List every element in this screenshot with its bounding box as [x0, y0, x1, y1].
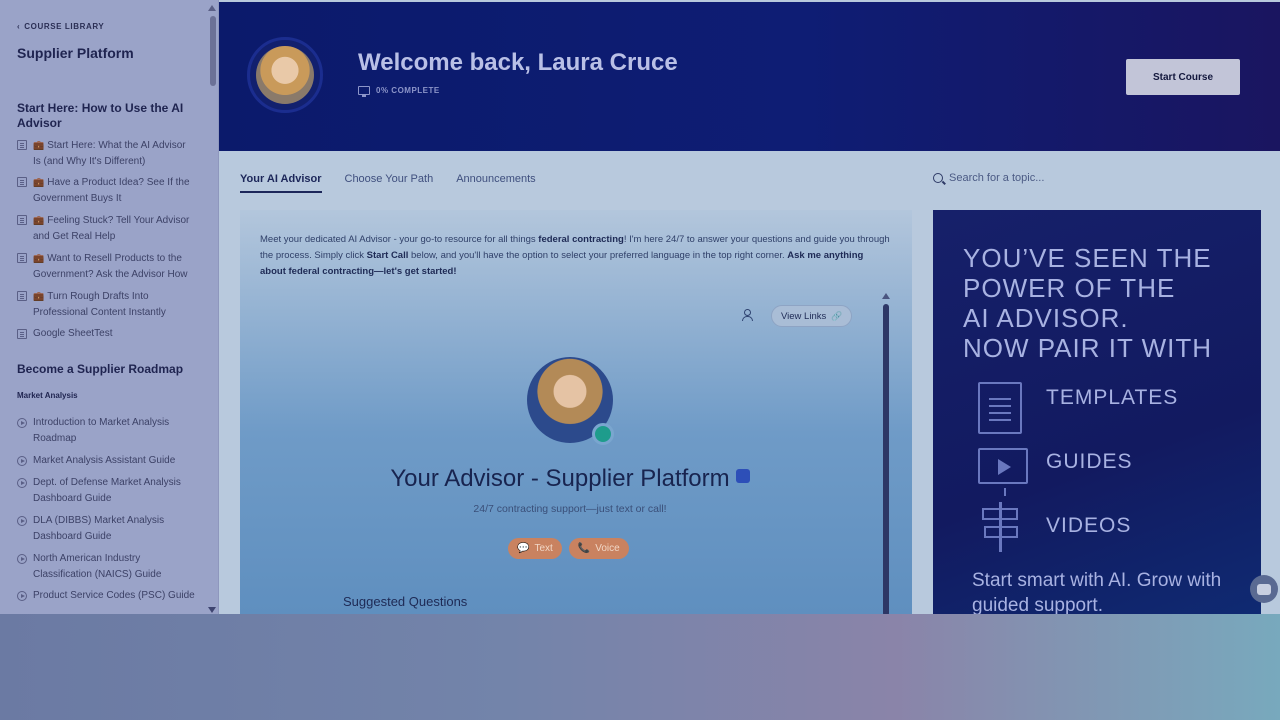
briefcase-icon: 💼 [33, 215, 45, 225]
link-icon: 🔗 [831, 310, 843, 321]
people-icon[interactable] [742, 309, 756, 321]
promo-templates: TEMPLATES [978, 382, 1177, 434]
advisor-title: Your Advisor - Supplier Platform [240, 465, 900, 493]
lesson-item[interactable]: Google SheetTest [17, 326, 195, 342]
document-icon [17, 253, 27, 263]
lesson-item[interactable]: 💼 Want to Resell Products to the Governme… [17, 250, 195, 283]
app-window: ‹ COURSE LIBRARY Supplier Platform Start… [0, 0, 1280, 614]
search-icon [933, 173, 943, 183]
document-icon [17, 291, 27, 301]
promo-guides: GUIDES [978, 448, 1132, 496]
tab-announcements[interactable]: Announcements [456, 173, 536, 193]
play-circle-icon [17, 591, 27, 601]
sidebar-scroll-thumb[interactable] [210, 16, 216, 86]
lesson-item[interactable]: 💼 Start Here: What the AI Advisor Is (and… [17, 137, 195, 170]
contact-mode-buttons: 💬 Text 📞 Voice [508, 538, 629, 559]
content-tabs: Your AI Advisor Choose Your Path Announc… [240, 173, 536, 193]
play-circle-icon [17, 516, 27, 526]
lesson-item[interactable]: DLA (DIBBS) Market Analysis Dashboard Gu… [17, 513, 195, 545]
document-icon [17, 177, 27, 187]
chat-widget-icon[interactable] [1250, 575, 1278, 603]
section-title-start-here: Start Here: How to Use the AI Advisor [17, 101, 184, 130]
advisor-intro-text: Meet your dedicated AI Advisor - your go… [260, 234, 890, 277]
course-sidebar: ‹ COURSE LIBRARY Supplier Platform Start… [0, 0, 219, 614]
course-library-link[interactable]: ‹ COURSE LIBRARY [17, 22, 104, 31]
play-circle-icon [17, 418, 27, 428]
view-links-button[interactable]: View Links 🔗 [771, 305, 853, 327]
suggested-questions-heading: Suggested Questions [343, 594, 468, 609]
scroll-up-arrow-icon[interactable] [208, 5, 216, 11]
template-document-icon [978, 382, 1022, 434]
sidebar-scrollbar[interactable] [208, 4, 216, 614]
document-icon [17, 140, 27, 150]
text-button[interactable]: 💬 Text [508, 538, 562, 559]
promo-banner[interactable]: YOU’VE SEEN THE POWER OF THE AI ADVISOR.… [933, 210, 1261, 614]
ai-advisor-panel: Meet your dedicated AI Advisor - your go… [240, 210, 912, 614]
promo-footer: Start smart with AI. Grow with guided su… [972, 570, 1222, 614]
tab-choose-your-path[interactable]: Choose Your Path [345, 173, 434, 193]
advisor-scroll-thumb[interactable] [883, 304, 889, 614]
verified-badge-icon [735, 469, 750, 483]
document-icon [17, 329, 27, 339]
briefcase-icon: 💼 [33, 253, 45, 263]
lesson-item[interactable]: North American Industry Classification (… [17, 551, 195, 583]
signpost-icon [978, 502, 1022, 552]
promo-videos: VIDEOS [978, 502, 1130, 552]
lesson-item[interactable]: Dept. of Defense Market Analysis Dashboa… [17, 475, 195, 507]
lesson-item[interactable]: Market Analysis Assistant Guide [17, 453, 195, 469]
progress-label: 0% COMPLETE [376, 86, 440, 95]
video-player-icon [978, 448, 1028, 496]
scroll-down-arrow-icon[interactable] [208, 607, 216, 613]
briefcase-icon: 💼 [33, 177, 45, 187]
topic-search[interactable]: Search for a topic... [933, 172, 1044, 184]
play-circle-icon [17, 554, 27, 564]
phone-icon: 📞 [577, 543, 591, 554]
voice-button[interactable]: 📞 Voice [568, 538, 629, 559]
welcome-heading: Welcome back, Laura Cruce [358, 49, 678, 76]
page-backdrop [0, 614, 1280, 720]
lesson-item[interactable]: Introduction to Market Analysis Roadmap [17, 415, 195, 447]
chevron-left-icon: ‹ [17, 22, 21, 31]
start-course-button[interactable]: Start Course [1126, 59, 1240, 95]
lesson-item[interactable]: 💼 Feeling Stuck? Tell Your Advisor and Ge… [17, 212, 195, 245]
chat-icon: 💬 [517, 543, 530, 554]
lesson-item[interactable]: 💼 Have a Product Idea? See If the Governm… [17, 174, 195, 207]
play-circle-icon [17, 456, 27, 466]
course-library-label: COURSE LIBRARY [24, 22, 105, 31]
advisor-subtitle: 24/7 contracting support—just text or ca… [473, 503, 667, 515]
promo-headline: YOU’VE SEEN THE POWER OF THE AI ADVISOR.… [963, 243, 1213, 363]
search-input[interactable]: Search for a topic... [949, 172, 1044, 184]
course-title: Supplier Platform [17, 45, 134, 61]
user-avatar [247, 37, 323, 113]
course-header: Welcome back, Laura Cruce 0% COMPLETE St… [219, 2, 1280, 151]
lesson-item[interactable]: Product Service Codes (PSC) Guide [17, 588, 195, 604]
monitor-icon [358, 86, 370, 97]
play-circle-icon [17, 478, 27, 488]
document-icon [17, 215, 27, 225]
user-avatar-photo [256, 46, 314, 104]
section-title-roadmap: Become a Supplier Roadmap [17, 362, 184, 376]
lesson-item[interactable]: 💼 Turn Rough Drafts Into Professional Con… [17, 288, 195, 321]
briefcase-icon: 💼 [33, 291, 45, 301]
subsection-title-market-analysis: Market Analysis [17, 391, 78, 400]
online-status-indicator [592, 423, 614, 445]
tab-your-ai-advisor[interactable]: Your AI Advisor [240, 173, 322, 193]
scroll-up-arrow-icon[interactable] [882, 293, 890, 299]
course-progress: 0% COMPLETE [358, 86, 440, 97]
briefcase-icon: 💼 [33, 140, 45, 150]
